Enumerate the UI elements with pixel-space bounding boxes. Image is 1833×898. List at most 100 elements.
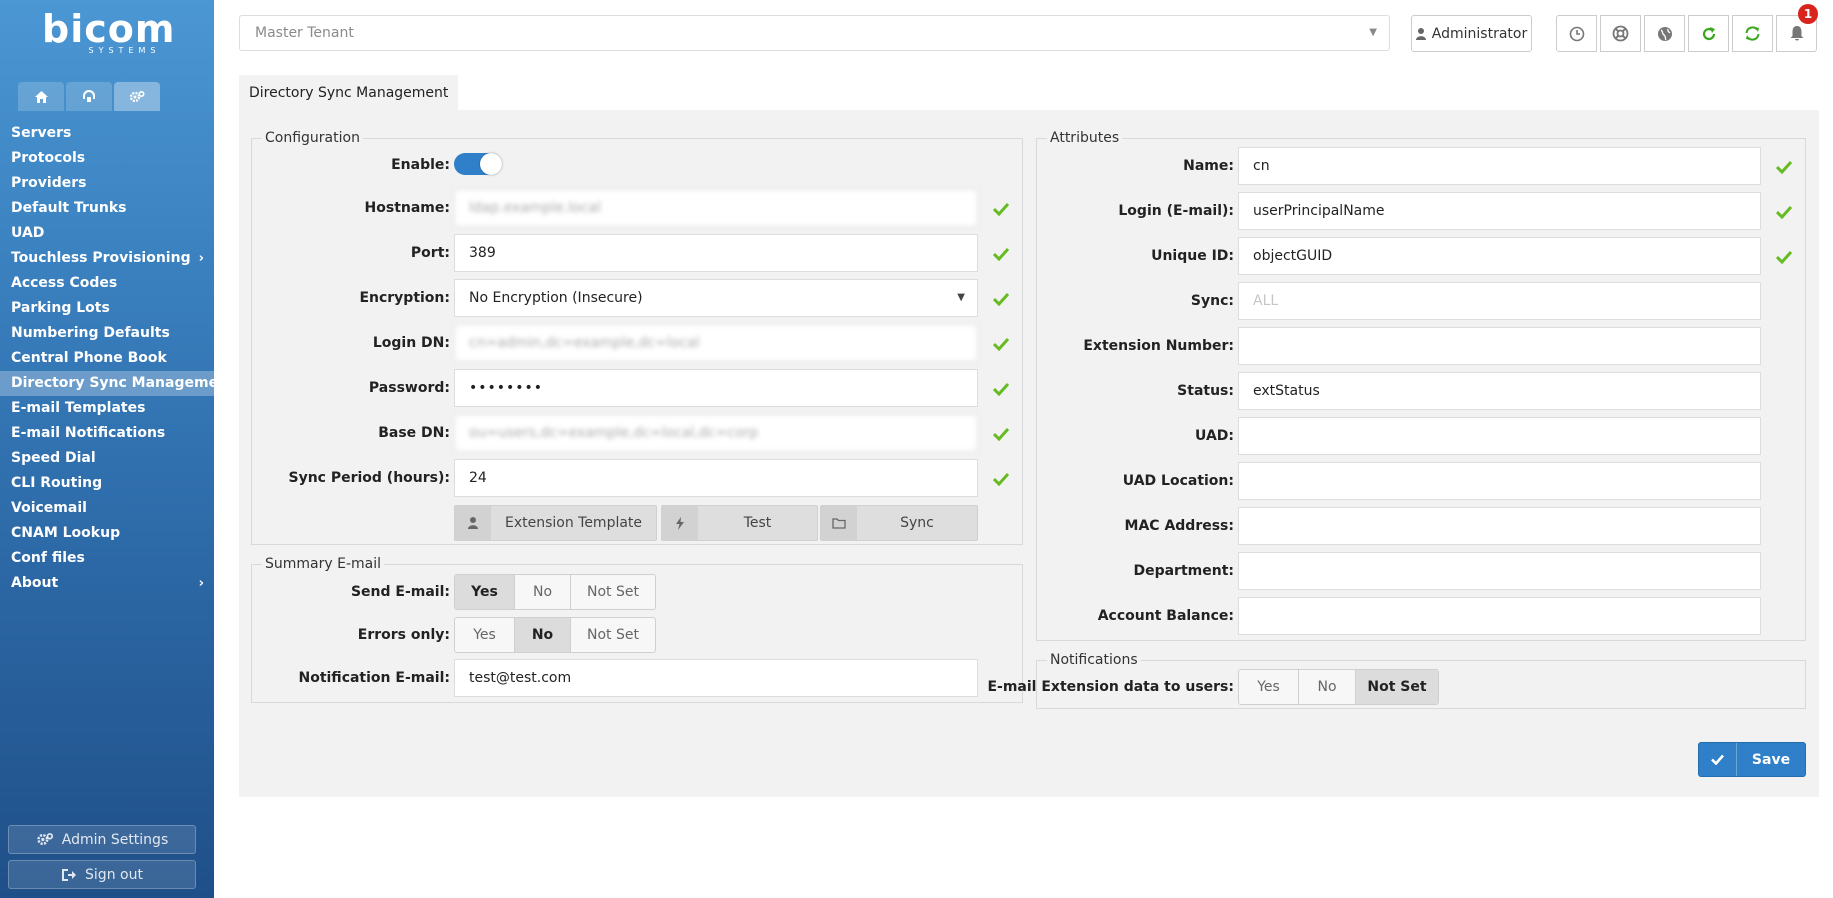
user-icon	[1415, 27, 1426, 40]
email-extension-no[interactable]: No	[1299, 670, 1356, 704]
sidebar-item-servers[interactable]: Servers	[0, 121, 214, 146]
sidebar-item-numbering-defaults[interactable]: Numbering Defaults	[0, 321, 214, 346]
email-extension-data-toggle: Yes No Not Set	[1238, 669, 1439, 705]
clock-icon	[1569, 26, 1584, 41]
encryption-label: Encryption:	[359, 290, 450, 306]
valid-check-icon	[993, 337, 1009, 351]
history-button[interactable]	[1556, 15, 1597, 52]
tenant-value: Master Tenant	[255, 25, 354, 41]
errors-only-no[interactable]: No	[515, 618, 571, 652]
attr-uad-location-label: UAD Location:	[1122, 473, 1234, 489]
extension-template-button[interactable]: Extension Template	[454, 505, 657, 541]
attr-department-label: Department:	[1133, 563, 1234, 579]
sidebar-item-conf-files[interactable]: Conf files	[0, 546, 214, 571]
notifications-legend: Notifications	[1047, 651, 1141, 669]
attr-mac-address-field[interactable]	[1238, 507, 1761, 545]
sign-out-icon	[62, 868, 77, 881]
attr-extension-number-field[interactable]	[1238, 327, 1761, 365]
sidebar-item-email-notifications[interactable]: E-mail Notifications	[0, 421, 214, 446]
notification-email-field[interactable]: test@test.com	[454, 659, 978, 697]
attr-login-field[interactable]: userPrincipalName	[1238, 192, 1761, 230]
password-field[interactable]: ••••••••	[454, 369, 978, 407]
tab-directory-sync-management[interactable]: Directory Sync Management	[239, 75, 459, 111]
enable-label: Enable:	[391, 157, 450, 173]
language-button[interactable]	[1644, 15, 1685, 52]
caret-down-icon: ▼	[957, 292, 965, 303]
configuration-legend: Configuration	[262, 129, 363, 147]
hostname-field[interactable]: ldap.example.local	[454, 189, 978, 227]
valid-check-icon	[1776, 160, 1792, 174]
port-field[interactable]: 389	[454, 234, 978, 272]
bicom-logo[interactable]: bicom SYSTEMS	[42, 7, 176, 58]
attr-uad-label: UAD:	[1195, 428, 1234, 444]
admin-settings-button[interactable]: Admin Settings	[8, 825, 196, 854]
attr-login-label: Login (E-mail):	[1118, 203, 1234, 219]
sidebar-item-directory-sync[interactable]: Directory Sync Management	[0, 371, 235, 396]
errors-only-yes[interactable]: Yes	[455, 618, 515, 652]
login-dn-field[interactable]: cn=admin,dc=example,dc=local	[454, 324, 978, 362]
sidebar-item-access-codes[interactable]: Access Codes	[0, 271, 214, 296]
support-icon	[83, 90, 95, 102]
send-email-notset[interactable]: Not Set	[571, 575, 655, 609]
sidebar-menu: Servers Protocols Providers Default Trun…	[0, 121, 235, 596]
sidebar-item-email-templates[interactable]: E-mail Templates	[0, 396, 214, 421]
email-extension-notset[interactable]: Not Set	[1356, 670, 1438, 704]
attr-status-field[interactable]: extStatus	[1238, 372, 1761, 410]
save-button[interactable]: Save	[1698, 742, 1806, 777]
sidebar-item-cli-routing[interactable]: CLI Routing	[0, 471, 214, 496]
lifebuoy-icon	[1612, 25, 1629, 42]
bolt-icon	[676, 516, 684, 530]
tab-home[interactable]	[18, 82, 64, 111]
sync-label: Sync	[900, 515, 934, 531]
attr-department-field[interactable]	[1238, 552, 1761, 590]
base-dn-field[interactable]: ou=users,dc=example,dc=local,dc=corp	[454, 414, 978, 452]
support-button[interactable]	[1600, 15, 1641, 52]
errors-only-notset[interactable]: Not Set	[571, 618, 655, 652]
email-extension-yes[interactable]: Yes	[1239, 670, 1299, 704]
sidebar-item-uad[interactable]: UAD	[0, 221, 214, 246]
send-email-no[interactable]: No	[515, 575, 571, 609]
send-email-label: Send E-mail:	[350, 584, 450, 600]
valid-check-icon	[1776, 250, 1792, 264]
chevron-right-icon: ›	[198, 576, 204, 591]
sidebar-item-voicemail[interactable]: Voicemail	[0, 496, 214, 521]
sync-period-field[interactable]: 24	[454, 459, 978, 497]
attr-unique-id-field[interactable]: objectGUID	[1238, 237, 1761, 275]
test-button[interactable]: Test	[661, 505, 818, 541]
sidebar-item-cnam-lookup[interactable]: CNAM Lookup	[0, 521, 214, 546]
sign-out-button[interactable]: Sign out	[8, 860, 196, 889]
sidebar-item-touchless-provisioning[interactable]: Touchless Provisioning ›	[0, 246, 214, 271]
tab-support[interactable]	[66, 82, 112, 111]
sidebar-item-default-trunks[interactable]: Default Trunks	[0, 196, 214, 221]
reload-button[interactable]	[1688, 15, 1729, 52]
sidebar-item-central-phone-book[interactable]: Central Phone Book	[0, 346, 214, 371]
sync-now-button[interactable]: Sync	[820, 505, 978, 541]
attr-sync-field[interactable]: ALL	[1238, 282, 1761, 320]
icon-wrap	[662, 506, 698, 540]
globe-icon	[1657, 26, 1672, 41]
send-email-yes[interactable]: Yes	[455, 575, 515, 609]
attr-mac-address-label: MAC Address:	[1124, 518, 1234, 534]
enable-toggle[interactable]	[454, 153, 502, 175]
valid-check-icon	[993, 427, 1009, 441]
tenant-select[interactable]: Master Tenant ▼	[239, 15, 1390, 51]
attr-uad-location-field[interactable]	[1238, 462, 1761, 500]
attr-uad-field[interactable]	[1238, 417, 1761, 455]
user-menu-button[interactable]: Administrator	[1411, 15, 1532, 52]
sidebar-item-about[interactable]: About ›	[0, 571, 214, 596]
sidebar-item-parking-lots[interactable]: Parking Lots	[0, 296, 214, 321]
sidebar-item-speed-dial[interactable]: Speed Dial	[0, 446, 214, 471]
valid-check-icon	[993, 202, 1009, 216]
tab-settings[interactable]	[114, 82, 160, 111]
sync-period-label: Sync Period (hours):	[288, 470, 450, 486]
attr-account-balance-field[interactable]	[1238, 597, 1761, 635]
user-icon	[468, 517, 478, 529]
hostname-label: Hostname:	[364, 200, 450, 216]
sidebar-item-protocols[interactable]: Protocols	[0, 146, 214, 171]
encryption-select[interactable]: No Encryption (Insecure) ▼	[454, 279, 978, 317]
attr-name-field[interactable]: cn	[1238, 147, 1761, 185]
logo-brand: bicom	[42, 7, 176, 51]
sidebar-item-providers[interactable]: Providers	[0, 171, 214, 196]
check-icon	[1711, 754, 1724, 765]
sync-button[interactable]	[1732, 15, 1773, 52]
